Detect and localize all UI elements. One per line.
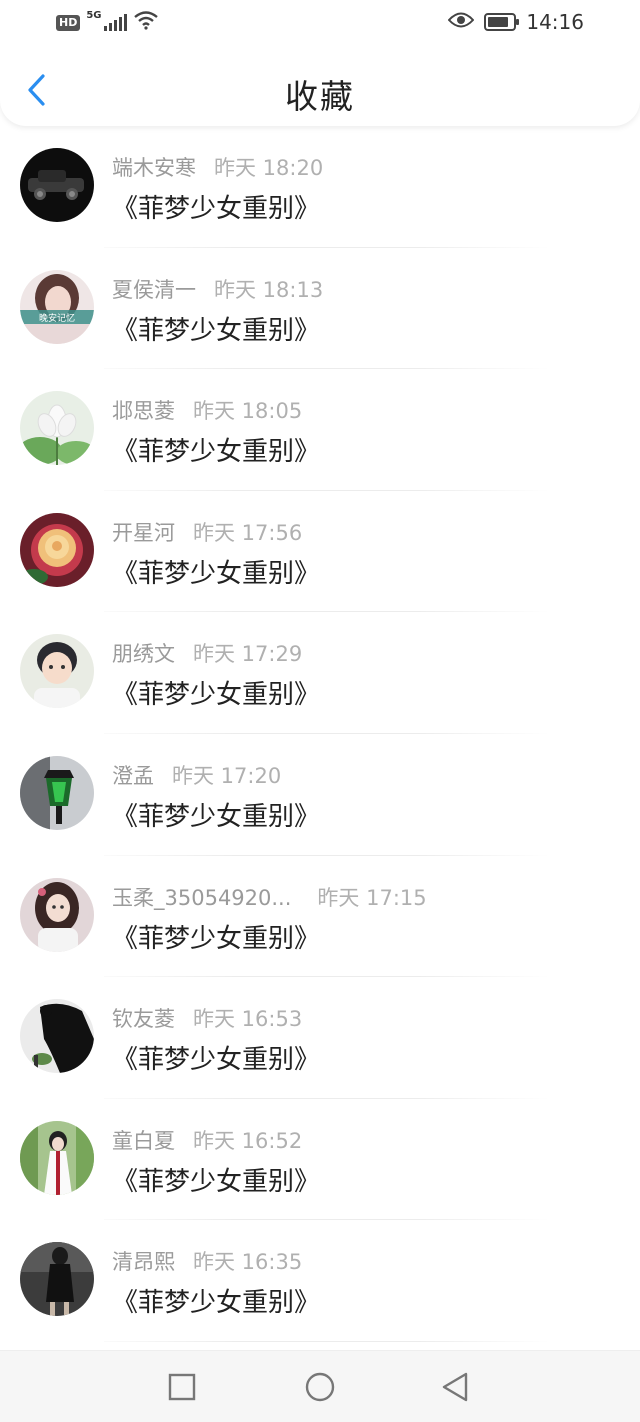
status-bar: HD 5G 14:16 <box>0 0 640 44</box>
item-time: 昨天 18:20 <box>214 156 324 180</box>
list-item[interactable]: 邶思菱 昨天 18:05 《菲梦少女重别》 <box>0 369 640 491</box>
favorites-screen: HD 5G 14:16 收藏 端木安寒 昨天 18:20 《菲梦少女重别》 晚安… <box>0 0 640 1422</box>
system-navigation-bar <box>0 1350 640 1422</box>
back-nav-button[interactable] <box>440 1371 472 1403</box>
header-card: HD 5G 14:16 收藏 <box>0 0 640 126</box>
item-title: 《菲梦少女重别》 <box>112 558 321 589</box>
avatar-caption: 晚安记忆 <box>39 312 75 324</box>
list-item[interactable]: 开星河 昨天 17:56 《菲梦少女重别》 <box>0 491 640 613</box>
item-title: 《菲梦少女重别》 <box>112 680 321 711</box>
circle-icon <box>305 1372 335 1402</box>
item-author: 钦友菱 <box>112 1007 175 1032</box>
item-time: 昨天 16:53 <box>193 1007 303 1032</box>
item-title: 《菲梦少女重别》 <box>112 1288 321 1319</box>
item-title: 《菲梦少女重别》 <box>112 437 321 468</box>
item-time: 昨天 18:13 <box>214 277 324 302</box>
item-time: 昨天 18:05 <box>193 399 303 424</box>
network-type: 5G <box>86 10 102 21</box>
item-author: 玉柔_35054920... <box>112 885 292 910</box>
avatar[interactable] <box>20 634 94 709</box>
item-author: 夏侯清一 <box>112 277 196 302</box>
status-right: 14:16 <box>447 10 584 34</box>
favorites-list: 端木安寒 昨天 18:20 《菲梦少女重别》 晚安记忆 夏侯清一 昨天 18:13 … <box>0 126 640 1342</box>
item-author: 澄孟 <box>112 763 154 788</box>
avatar[interactable] <box>20 877 94 952</box>
battery-icon <box>484 13 520 31</box>
eye-icon <box>447 10 475 34</box>
item-title: 《菲梦少女重别》 <box>112 194 321 224</box>
avatar[interactable] <box>20 148 94 222</box>
item-time: 昨天 16:35 <box>193 1250 303 1275</box>
item-meta: 澄孟 昨天 17:20 <box>112 760 281 790</box>
avatar[interactable] <box>20 1242 94 1317</box>
item-meta: 端木安寒 昨天 18:20 <box>112 152 323 182</box>
item-time: 昨天 17:56 <box>193 520 303 545</box>
item-author: 清昂熙 <box>112 1250 175 1275</box>
item-title: 《菲梦少女重别》 <box>112 1166 321 1197</box>
list-item[interactable]: 童白夏 昨天 16:52 《菲梦少女重别》 <box>0 1099 640 1221</box>
item-title: 《菲梦少女重别》 <box>112 315 321 346</box>
list-item[interactable]: 玉柔_35054920... 昨天 17:15 《菲梦少女重别》 <box>0 856 640 978</box>
avatar[interactable] <box>20 755 94 830</box>
item-title: 《菲梦少女重别》 <box>112 1045 321 1076</box>
item-meta: 玉柔_35054920... 昨天 17:15 <box>112 882 427 912</box>
signal-icon <box>103 13 127 31</box>
item-meta: 邶思菱 昨天 18:05 <box>112 395 302 425</box>
item-author: 朋绣文 <box>112 642 175 667</box>
item-meta: 钦友菱 昨天 16:53 <box>112 1003 302 1033</box>
avatar[interactable] <box>20 391 94 466</box>
divider <box>104 1340 550 1342</box>
list-item[interactable]: 朋绣文 昨天 17:29 《菲梦少女重别》 <box>0 612 640 734</box>
wifi-icon <box>133 10 159 35</box>
home-button[interactable] <box>304 1371 336 1403</box>
item-author: 童白夏 <box>112 1128 175 1153</box>
avatar[interactable] <box>20 999 94 1074</box>
avatar[interactable] <box>20 512 94 587</box>
list-item[interactable]: 晚安记忆 夏侯清一 昨天 18:13 《菲梦少女重别》 <box>0 248 640 370</box>
recent-apps-button[interactable] <box>166 1371 198 1403</box>
list-item[interactable]: 清昂熙 昨天 16:35 《菲梦少女重别》 <box>0 1220 640 1342</box>
item-title: 《菲梦少女重别》 <box>112 801 321 832</box>
item-time: 昨天 17:29 <box>193 642 303 667</box>
status-left: HD 5G <box>56 10 159 35</box>
item-author: 邶思菱 <box>112 399 175 424</box>
item-time: 昨天 16:52 <box>193 1128 303 1153</box>
battery-level <box>488 17 508 27</box>
avatar[interactable]: 晚安记忆 <box>20 269 94 344</box>
page-title: 收藏 <box>285 77 355 116</box>
item-meta: 朋绣文 昨天 17:29 <box>112 638 302 668</box>
item-meta: 开星河 昨天 17:56 <box>112 517 302 547</box>
nav-bar: 收藏 <box>0 56 640 126</box>
clock: 14:16 <box>526 10 584 34</box>
item-time: 昨天 17:15 <box>317 885 427 910</box>
item-author: 开星河 <box>112 520 175 545</box>
item-title: 《菲梦少女重别》 <box>112 923 321 954</box>
list-item[interactable]: 澄孟 昨天 17:20 《菲梦少女重别》 <box>0 734 640 856</box>
item-meta: 夏侯清一 昨天 18:13 <box>112 274 323 304</box>
avatar[interactable] <box>20 1120 94 1195</box>
hd-icon: HD <box>56 14 81 31</box>
item-author: 端木安寒 <box>112 156 196 180</box>
list-item[interactable]: 端木安寒 昨天 18:20 《菲梦少女重别》 <box>0 126 640 248</box>
square-icon <box>168 1373 196 1401</box>
item-meta: 清昂熙 昨天 16:35 <box>112 1246 302 1276</box>
item-meta: 童白夏 昨天 16:52 <box>112 1125 302 1155</box>
list-item[interactable]: 钦友菱 昨天 16:53 《菲梦少女重别》 <box>0 977 640 1099</box>
triangle-back-icon <box>442 1372 468 1402</box>
item-time: 昨天 17:20 <box>172 763 282 788</box>
